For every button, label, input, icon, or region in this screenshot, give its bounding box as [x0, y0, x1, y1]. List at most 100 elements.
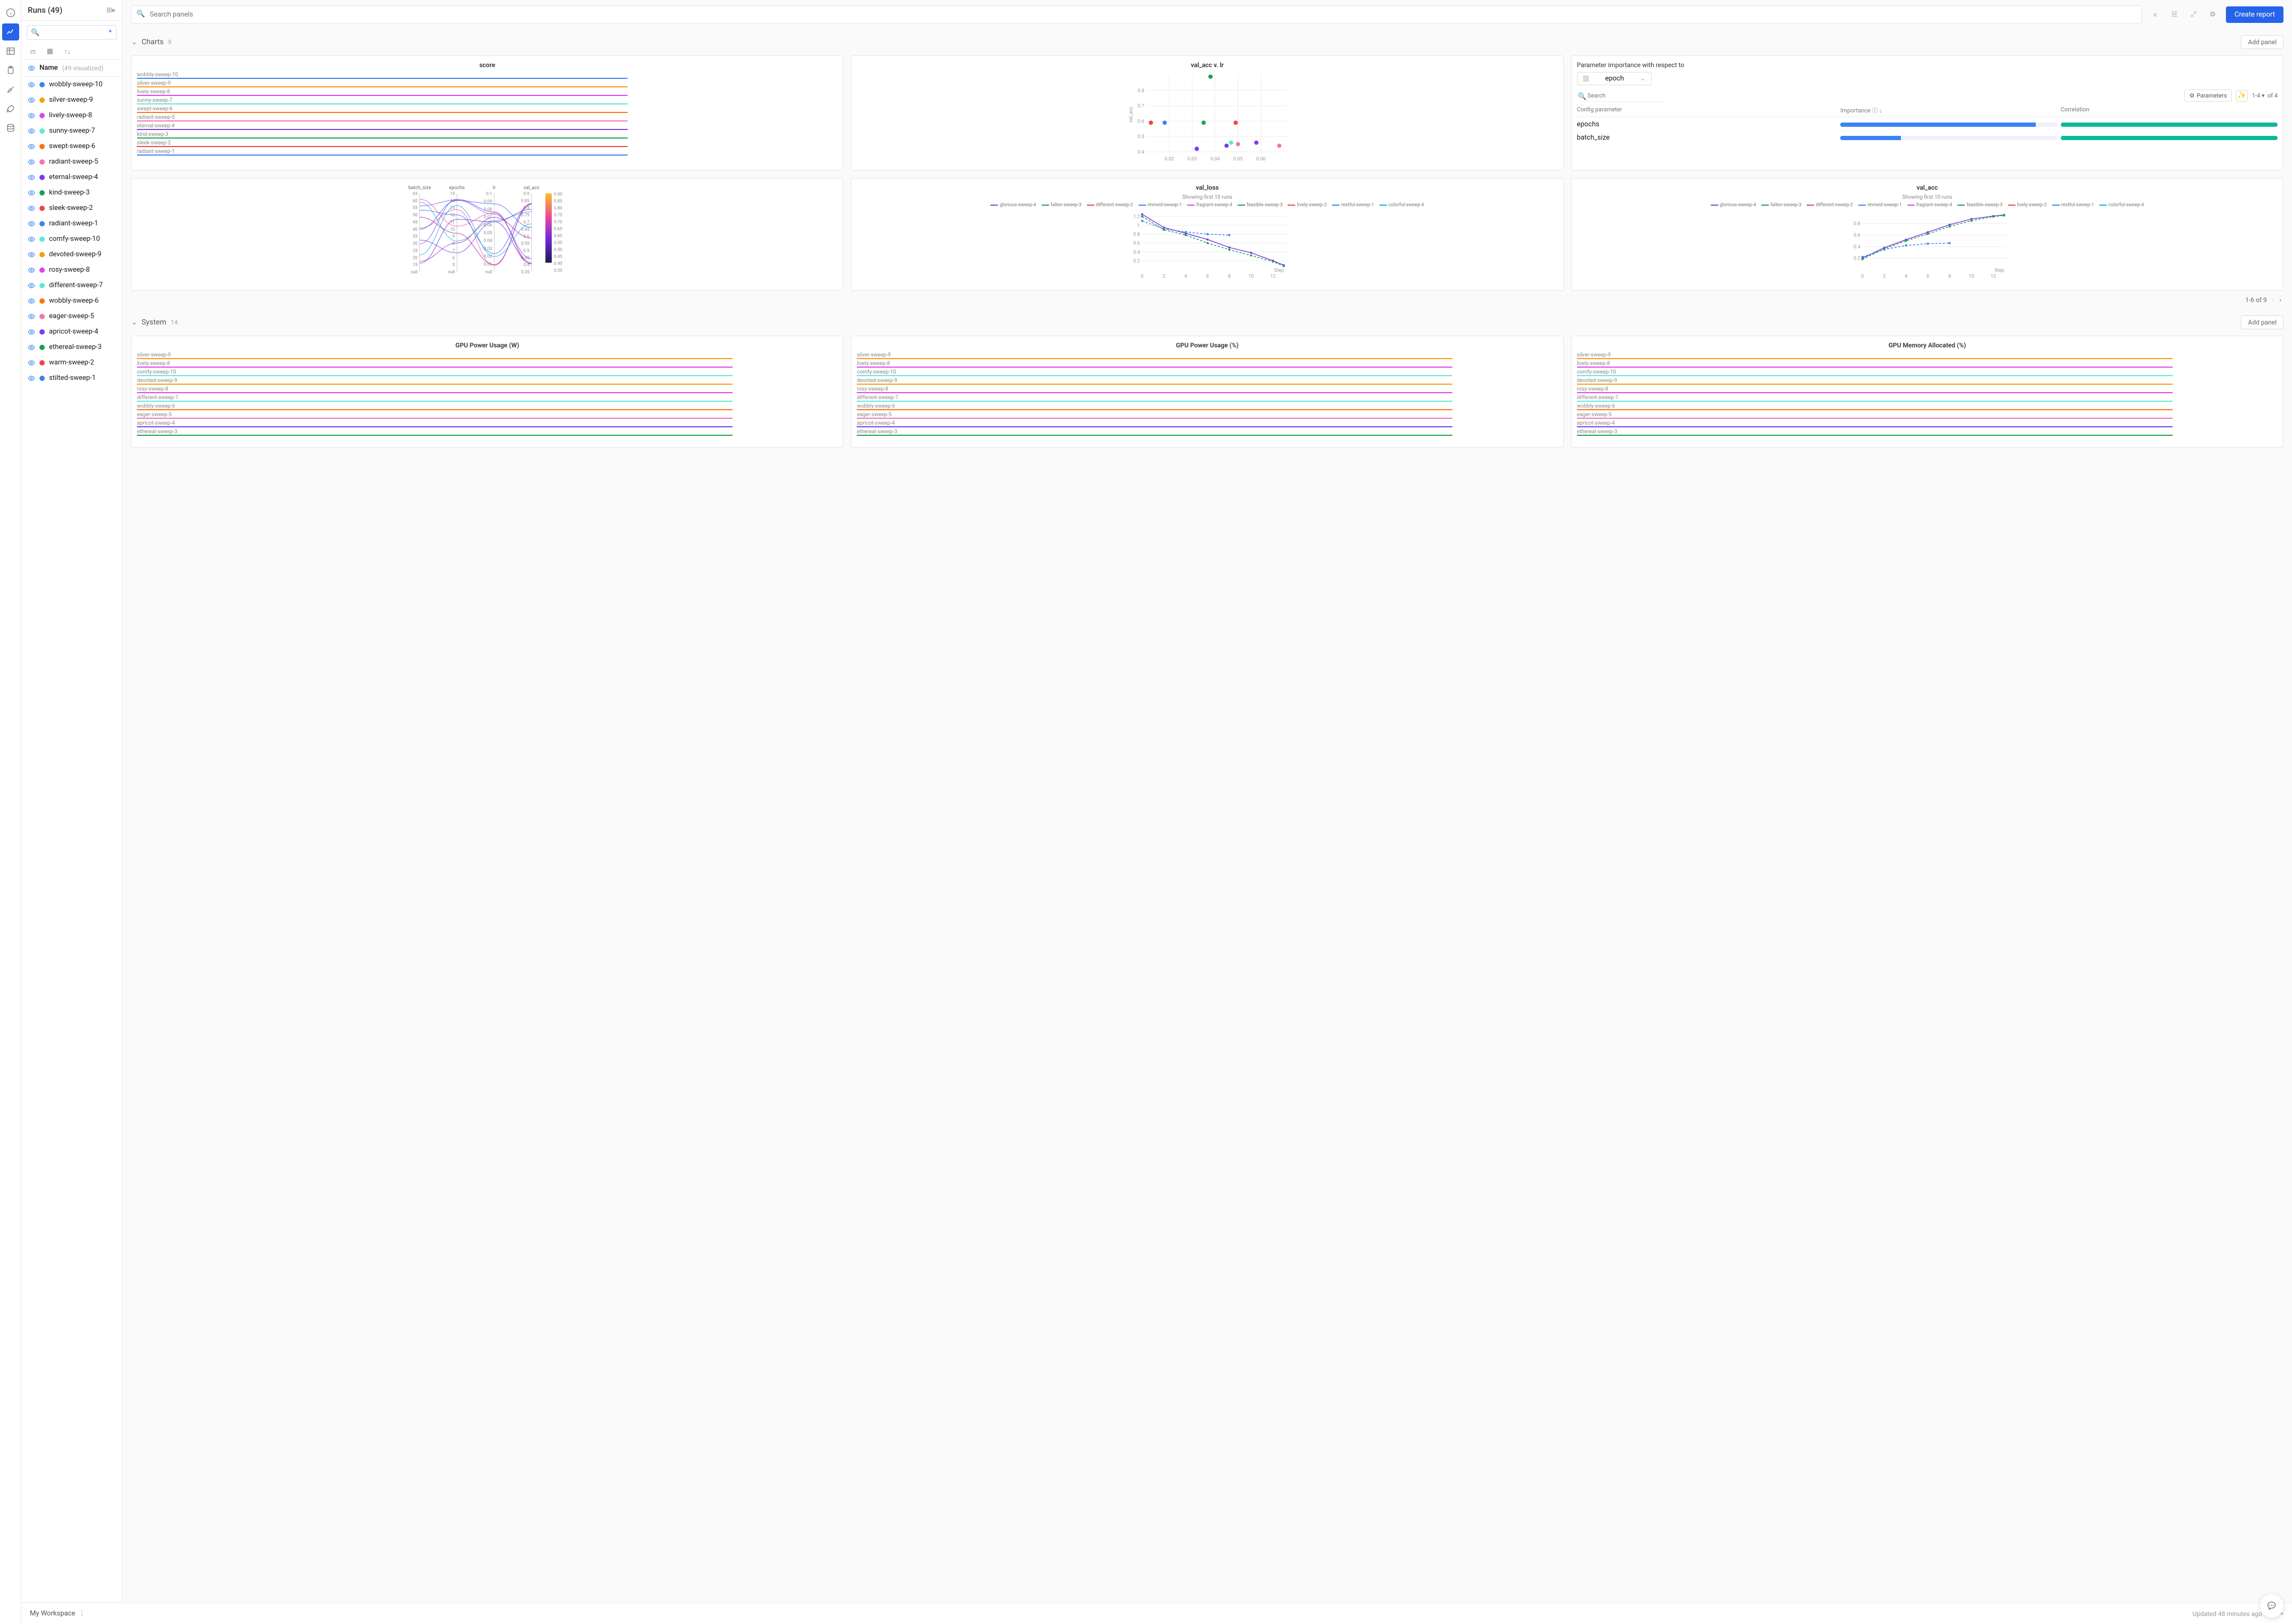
legend-item: silver-sweep-9	[137, 352, 838, 359]
svg-text:8: 8	[1228, 274, 1231, 279]
search-panels-input[interactable]	[131, 5, 2142, 23]
visibility-toggle[interactable]	[28, 143, 35, 150]
svg-text:0.06: 0.06	[1256, 157, 1266, 162]
svg-text:null: null	[485, 270, 492, 274]
workspace-menu[interactable]: ⋮	[78, 1610, 85, 1618]
rail-database[interactable]	[2, 119, 19, 136]
expand-icon[interactable]: ⤢	[2185, 6, 2201, 22]
panel-gpu-mem[interactable]: GPU Memory Allocated (%) silver-sweep-9l…	[1571, 336, 2283, 448]
run-item[interactable]: swept-sweep-6	[21, 139, 122, 154]
panel-gpu-power-w[interactable]: GPU Power Usage (W) silver-sweep-9lively…	[131, 336, 843, 448]
panel-gpu-power-pct[interactable]: GPU Power Usage (%) silver-sweep-9lively…	[851, 336, 1563, 448]
visibility-toggle[interactable]	[28, 313, 35, 320]
add-panel-charts[interactable]: Add panel	[2241, 35, 2283, 49]
run-item[interactable]: sunny-sweep-7	[21, 123, 122, 139]
workspace-label[interactable]: My Workspace	[30, 1610, 75, 1618]
run-item[interactable]: rosy-sweep-8	[21, 262, 122, 278]
visibility-toggle[interactable]	[28, 297, 35, 305]
visibility-toggle[interactable]	[28, 220, 35, 228]
run-name: kind-sweep-3	[49, 189, 90, 197]
section-toggle-charts[interactable]: ⌄	[131, 38, 137, 46]
svg-text:0.75: 0.75	[521, 213, 530, 217]
run-item[interactable]: eternal-sweep-4	[21, 169, 122, 185]
visibility-toggle[interactable]	[28, 266, 35, 274]
run-item[interactable]: radiant-sweep-1	[21, 216, 122, 231]
run-item[interactable]: radiant-sweep-5	[21, 154, 122, 169]
visibility-toggle[interactable]	[28, 359, 35, 367]
run-item[interactable]: kind-sweep-3	[21, 185, 122, 200]
visibility-toggle[interactable]	[28, 375, 35, 382]
columns-icon[interactable]: ▦	[47, 47, 53, 56]
run-item[interactable]: wobbly-sweep-10	[21, 77, 122, 92]
svg-text:25: 25	[413, 248, 418, 253]
layout-icon[interactable]: ☵	[2166, 6, 2182, 22]
charts-pager-prev[interactable]: ‹	[2272, 296, 2274, 304]
pi-metric-select[interactable]: ▥ epoch ⌄	[1577, 72, 1652, 85]
create-report-button[interactable]: Create report	[2226, 6, 2283, 23]
pi-wand-button[interactable]: ✨	[2236, 90, 2248, 102]
visibility-toggle[interactable]	[28, 251, 35, 258]
rail-clipboard[interactable]	[2, 62, 19, 79]
pi-parameters-button[interactable]: ⚙ Parameters	[2184, 90, 2232, 102]
svg-text:5: 5	[452, 263, 455, 267]
name-column-label[interactable]: Name	[39, 64, 58, 72]
visibility-toggle[interactable]	[28, 158, 35, 166]
variable-icon[interactable]: x	[2147, 6, 2163, 22]
visibility-toggle[interactable]	[28, 127, 35, 135]
visibility-toggle[interactable]	[28, 81, 35, 88]
sort-icon[interactable]: ↑↓	[64, 47, 71, 56]
panel-scatter[interactable]: val_acc v. lr 0.40.50.60.70.80.020.030.0…	[851, 55, 1563, 170]
legend-item: colorful-sweep-4	[1379, 202, 1424, 208]
panel-val-acc[interactable]: val_acc Showing first 10 runs glorious-s…	[1571, 178, 2283, 291]
pi-col-correlation[interactable]: Correlation	[2061, 106, 2278, 115]
panel-parallel[interactable]: batch_size6560555045403530252015nullepoc…	[131, 178, 843, 291]
run-item[interactable]: silver-sweep-9	[21, 92, 122, 108]
rail-table[interactable]	[2, 43, 19, 60]
visibility-toggle[interactable]	[28, 112, 35, 119]
panel-score[interactable]: score wobbly-sweep-10silver-sweep-9livel…	[131, 55, 843, 170]
rail-chart[interactable]	[2, 23, 19, 40]
pi-col-param[interactable]: Config parameter	[1577, 106, 1838, 115]
chat-bubble[interactable]: 💬	[2260, 1594, 2283, 1618]
visibility-toggle[interactable]	[28, 205, 35, 212]
filter-icon[interactable]: ⚎	[30, 47, 36, 56]
run-item[interactable]: wobbly-sweep-6	[21, 293, 122, 308]
rail-rocket[interactable]	[2, 100, 19, 117]
run-name: stilted-sweep-1	[49, 374, 96, 382]
pi-search-input[interactable]	[1577, 90, 1664, 102]
charts-pager-next[interactable]: ›	[2279, 296, 2281, 304]
run-item[interactable]: different-sweep-7	[21, 278, 122, 293]
visibility-toggle[interactable]	[28, 236, 35, 243]
run-item[interactable]: devoted-sweep-9	[21, 247, 122, 262]
visibility-toggle-all[interactable]	[28, 64, 35, 72]
pin-icon[interactable]: ✦	[108, 29, 112, 35]
svg-text:0.7: 0.7	[524, 220, 530, 224]
rail-info[interactable]	[2, 4, 19, 21]
run-item[interactable]: comfy-sweep-10	[21, 231, 122, 247]
panel-val-loss[interactable]: val_loss Showing first 10 runs glorious-…	[851, 178, 1563, 291]
visibility-toggle[interactable]	[28, 189, 35, 197]
visibility-toggle[interactable]	[28, 96, 35, 104]
sidebar-search-input[interactable]	[27, 25, 117, 40]
pi-range[interactable]: 1-4 ▾ of 4	[2252, 92, 2278, 99]
add-panel-system[interactable]: Add panel	[2241, 315, 2283, 329]
visibility-toggle[interactable]	[28, 344, 35, 351]
visibility-toggle[interactable]	[28, 328, 35, 336]
pi-col-importance[interactable]: Importance ⓘ ↓	[1840, 106, 2057, 115]
run-name: eternal-sweep-4	[49, 173, 98, 181]
visibility-toggle[interactable]	[28, 174, 35, 181]
run-item[interactable]: sleek-sweep-2	[21, 200, 122, 216]
visibility-toggle[interactable]	[28, 282, 35, 289]
run-item[interactable]: ethereal-sweep-3	[21, 339, 122, 355]
rail-broom[interactable]	[2, 81, 19, 98]
panel-parameter-importance[interactable]: Parameter importance with respect to ▥ e…	[1571, 55, 2283, 170]
section-toggle-system[interactable]: ⌄	[131, 318, 137, 327]
gear-icon[interactable]: ⚙	[2205, 6, 2221, 22]
svg-text:10: 10	[1249, 274, 1254, 279]
run-item[interactable]: lively-sweep-8	[21, 108, 122, 123]
run-item[interactable]: apricot-sweep-4	[21, 324, 122, 339]
run-item[interactable]: stilted-sweep-1	[21, 370, 122, 386]
layout-icon[interactable]: ⊞▸	[107, 6, 116, 14]
run-item[interactable]: warm-sweep-2	[21, 355, 122, 370]
run-item[interactable]: eager-sweep-5	[21, 308, 122, 324]
